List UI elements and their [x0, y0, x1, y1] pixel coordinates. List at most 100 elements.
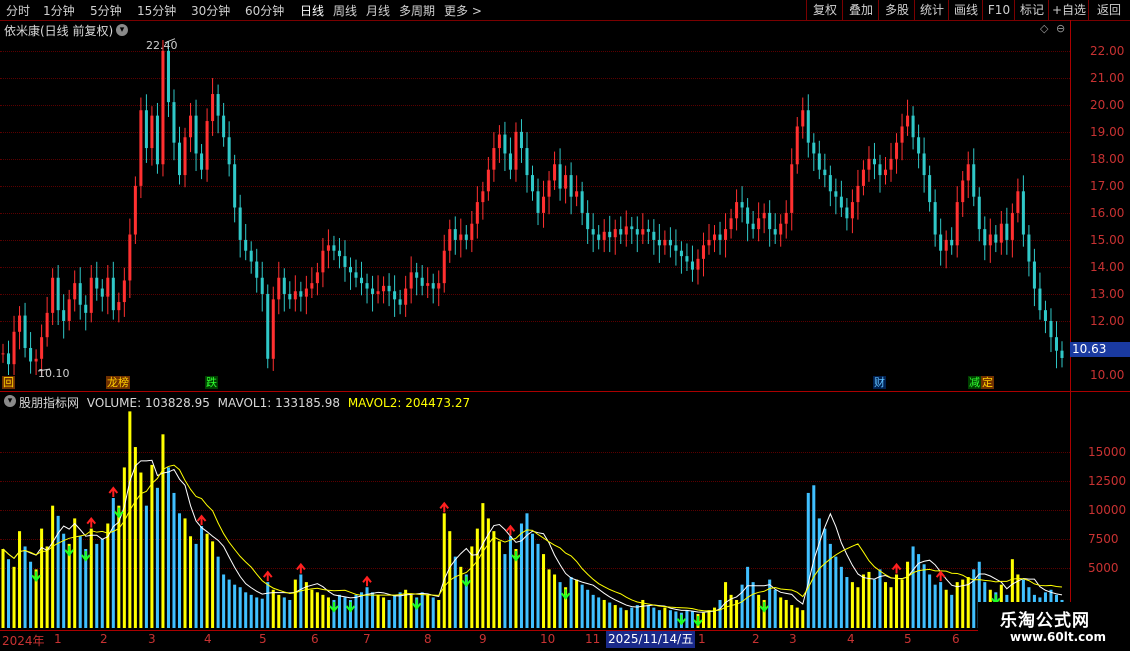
selected-date-label[interactable]: 2025/11/14/五 [606, 631, 696, 648]
candle-body [1016, 191, 1020, 213]
volume-bar [508, 536, 512, 628]
candle-body [746, 207, 750, 224]
candle-body [376, 291, 380, 294]
volume-bar [646, 605, 650, 628]
candle-body [45, 312, 49, 338]
volume-bar [29, 561, 33, 628]
candle-body [845, 207, 849, 219]
down-arrow-icon [329, 601, 339, 613]
candle-body [255, 261, 259, 278]
candle-body [861, 169, 865, 186]
volume-bar [801, 610, 805, 628]
candle-body [999, 223, 1003, 243]
watermark-url: www.60lt.com [1010, 630, 1107, 644]
candle-body [933, 202, 937, 235]
candle-body [701, 245, 706, 259]
volume-bar [266, 582, 270, 628]
candle-body [404, 288, 408, 305]
candle-body [889, 158, 893, 170]
candle-body [144, 110, 148, 149]
event-tag-finance[interactable]: 财 [873, 376, 886, 389]
volume-bar [591, 594, 595, 628]
volume-bar [845, 577, 849, 628]
volume-bar [205, 533, 209, 628]
candle-body [497, 134, 501, 149]
candle-body [646, 229, 650, 232]
candle-body [779, 223, 783, 235]
volume-bar [503, 554, 507, 628]
volume-bar [343, 597, 347, 628]
candle-body [850, 202, 854, 219]
volume-bar [906, 561, 910, 628]
price-volume-chart[interactable] [0, 0, 1070, 630]
candle-body [73, 283, 77, 300]
candle-body [801, 110, 805, 127]
candle-body [906, 115, 910, 127]
candle-body [784, 212, 788, 224]
event-tag-dragon-list[interactable]: 龙榜 [106, 376, 130, 389]
volume-bar [282, 597, 286, 628]
volume-bar [12, 566, 16, 628]
volume-bar [889, 587, 893, 628]
volume-bar [878, 569, 882, 628]
time-tick-label: 3 [148, 632, 156, 646]
volume-bar [387, 599, 391, 628]
volume-bar [613, 605, 617, 628]
volume-tick-label: 10000 [1088, 503, 1127, 517]
candle-body [740, 202, 744, 208]
candle-body [448, 229, 452, 251]
candle-body [139, 110, 143, 186]
candle-body [839, 196, 843, 208]
volume-bar [73, 518, 77, 628]
candle-body [155, 115, 159, 165]
candle-body [100, 288, 104, 297]
candle-body [95, 277, 99, 289]
volume-bar [475, 528, 479, 628]
volume-bar [757, 594, 761, 628]
high-price-annotation: 22.40 [146, 39, 178, 52]
back-button[interactable]: 返回 [1088, 0, 1129, 20]
mavol1-value: MAVOL1: 133185.98 [217, 396, 340, 410]
volume-bar [40, 528, 44, 628]
candle-body [834, 191, 838, 197]
event-tag-placement[interactable]: 定 [981, 376, 994, 389]
candle-body [1054, 337, 1059, 351]
volume-bar [238, 587, 242, 628]
volume-bar [216, 556, 220, 628]
volume-bar [51, 505, 55, 628]
down-arrow-icon [511, 550, 521, 562]
candle-body [398, 299, 402, 305]
price-tick-label: 13.00 [1090, 287, 1125, 301]
time-tick-label: 5 [904, 632, 912, 646]
candle-body [712, 234, 717, 240]
candle-body [382, 285, 386, 292]
time-tick-label: 11 [585, 632, 601, 646]
volume-bar [18, 531, 22, 628]
volume-bar [895, 574, 899, 628]
time-tick-label: 10 [540, 632, 556, 646]
volume-bar [784, 599, 788, 628]
candle-body [238, 207, 242, 240]
down-arrow-icon [759, 601, 769, 613]
candle-body [337, 250, 341, 257]
candle-body [519, 131, 523, 149]
candle-body [189, 115, 193, 138]
up-arrow-icon [891, 562, 902, 574]
candle-body [867, 158, 871, 170]
event-tag-reduce[interactable]: 减 [968, 376, 981, 389]
chevron-down-icon[interactable]: ▾ [4, 395, 16, 407]
volume-bar [244, 592, 248, 628]
candle-body [481, 191, 485, 203]
candle-body [233, 164, 237, 208]
candle-body [696, 258, 700, 270]
candle-body [707, 239, 711, 246]
time-tick-label: 1 [54, 632, 62, 646]
volume-bar [365, 587, 369, 628]
time-tick-label: 2 [100, 632, 108, 646]
volume-bar [177, 513, 182, 628]
event-tag-drop[interactable]: 跌 [205, 376, 218, 389]
indicator-name[interactable]: 股朋指标网 [19, 396, 79, 410]
event-tag-return[interactable]: 回 [2, 376, 15, 389]
candle-body [415, 272, 419, 278]
mavol2-value: MAVOL2: 204473.27 [347, 396, 471, 410]
